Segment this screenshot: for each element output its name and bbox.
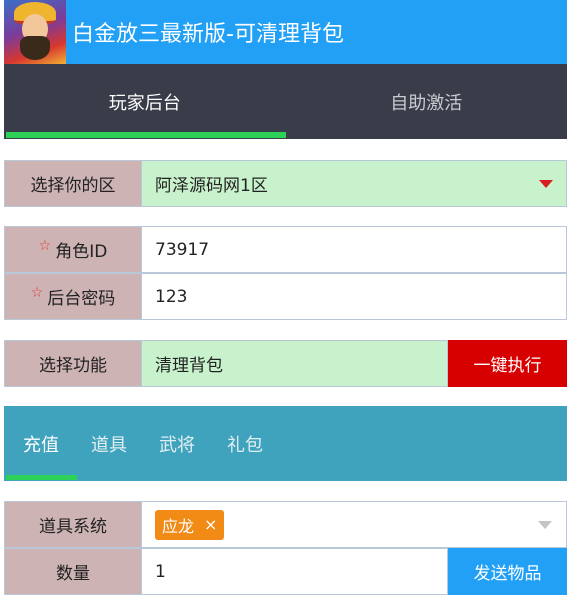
item-multiselect[interactable]: 应龙 ×: [142, 501, 567, 548]
execute-button[interactable]: 一键执行: [448, 340, 567, 387]
server-select[interactable]: 阿泽源码网1区: [142, 160, 567, 207]
item-system-label: 道具系统: [4, 501, 142, 548]
function-select[interactable]: 清理背包: [142, 340, 448, 387]
quantity-input[interactable]: 1: [142, 548, 448, 595]
tab-gift-packs[interactable]: 礼包: [227, 406, 263, 481]
server-select-value: 阿泽源码网1区: [155, 176, 268, 196]
function-label: 选择功能: [4, 340, 142, 387]
role-id-input[interactable]: 73917: [142, 226, 567, 273]
quantity-row: 数量 1 发送物品: [4, 548, 567, 595]
tab-self-activation[interactable]: 自助激活: [286, 64, 568, 139]
main-tabs: 玩家后台 自助激活: [4, 64, 567, 139]
item-system-row: 道具系统 应龙 ×: [4, 501, 567, 548]
tab-generals[interactable]: 武将: [159, 406, 195, 481]
function-row: 选择功能 清理背包 一键执行: [4, 340, 567, 387]
tab-player-backend[interactable]: 玩家后台: [4, 64, 286, 139]
send-item-button[interactable]: 发送物品: [448, 548, 567, 595]
page-title: 白金放三最新版-可清理背包: [72, 22, 344, 47]
app-header: 白金放三最新版-可清理背包: [4, 0, 567, 64]
role-id-row: ☆ 角色ID 73917: [4, 226, 567, 273]
required-star-icon: ☆: [30, 284, 44, 301]
server-row: 选择你的区 阿泽源码网1区: [4, 160, 567, 207]
password-label: ☆ 后台密码: [4, 273, 142, 320]
password-input[interactable]: 123: [142, 273, 567, 320]
password-row: ☆ 后台密码 123: [4, 273, 567, 320]
server-label: 选择你的区: [4, 160, 142, 207]
app-logo: [4, 0, 66, 64]
close-icon[interactable]: ×: [204, 515, 217, 534]
tab-recharge[interactable]: 充值: [6, 406, 77, 481]
caret-down-icon: [539, 179, 553, 188]
selected-item-tag: 应龙 ×: [155, 509, 225, 540]
sub-tabs: 充值 道具 武将 礼包: [4, 406, 567, 481]
tab-items[interactable]: 道具: [91, 406, 127, 481]
quantity-label: 数量: [4, 548, 142, 595]
caret-down-icon: [538, 520, 552, 529]
role-id-label: ☆ 角色ID: [4, 226, 142, 273]
required-star-icon: ☆: [38, 237, 52, 254]
